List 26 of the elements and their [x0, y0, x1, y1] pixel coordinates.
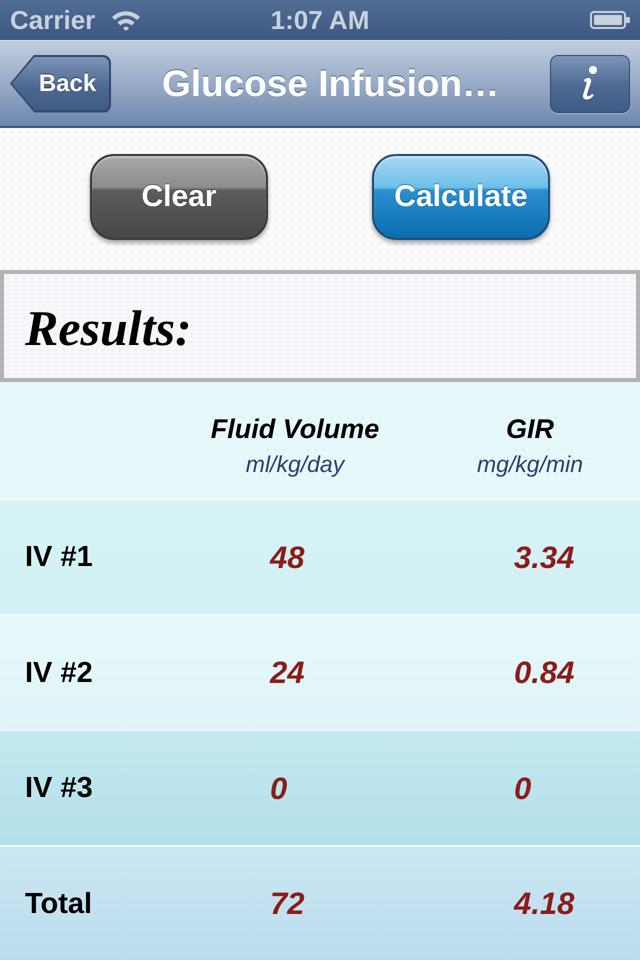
table-value: 3.34	[514, 540, 574, 576]
table-value: 0	[270, 770, 288, 807]
screen-title: Glucose Infusion…	[162, 62, 500, 104]
table-value: 0	[514, 770, 532, 807]
column-title: Fluid Volume	[210, 414, 380, 445]
table-value: 4.18	[514, 886, 574, 922]
table-value: 24	[270, 655, 304, 692]
table-value: 48	[270, 540, 304, 576]
info-button[interactable]	[550, 54, 630, 112]
column-title: GIR	[506, 414, 554, 445]
row-label: IV #2	[25, 656, 93, 690]
clear-button[interactable]: Clear	[90, 154, 268, 240]
row-label: IV #3	[25, 772, 93, 806]
row-label: Total	[25, 888, 92, 921]
battery-icon	[590, 11, 630, 29]
carrier-name: Carrier	[10, 7, 96, 33]
table-value: 72	[270, 886, 304, 922]
calculate-button[interactable]: Calculate	[372, 154, 550, 240]
results-title: Results:	[25, 299, 192, 357]
table-value: 0.84	[514, 655, 574, 692]
row-label: IV #1	[25, 541, 93, 574]
back-button[interactable]: Back	[10, 54, 111, 112]
column-unit: ml/kg/day	[246, 451, 344, 478]
column-unit: mg/kg/min	[476, 451, 584, 478]
status-time: 1:07 AM	[270, 7, 370, 33]
wifi-icon	[111, 9, 142, 31]
